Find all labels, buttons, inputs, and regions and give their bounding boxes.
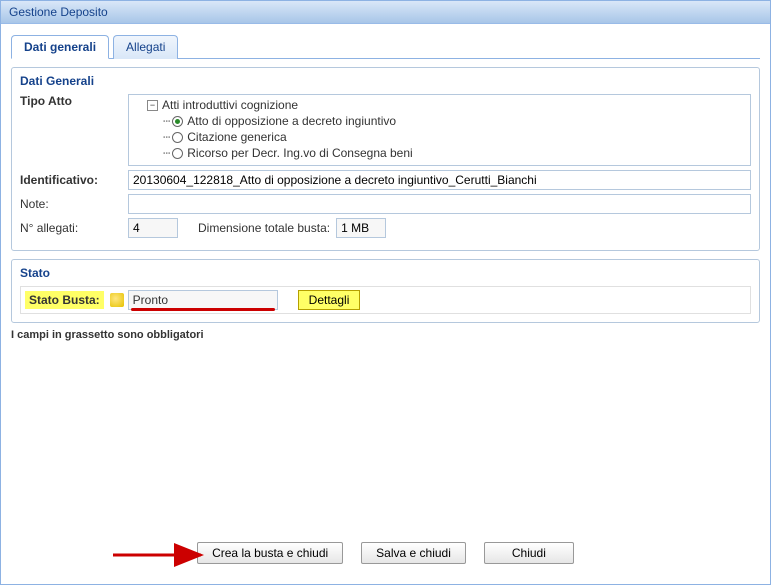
arrow-annotation-icon (111, 543, 211, 567)
button-chiudi[interactable]: Chiudi (484, 542, 574, 564)
tree-collapse-icon[interactable]: − (147, 100, 158, 111)
button-crea-busta[interactable]: Crea la busta e chiudi (197, 542, 343, 564)
fieldset-title-stato: Stato (20, 266, 50, 280)
tree-option-label: Ricorso per Decr. Ing.vo di Consegna ben… (187, 146, 412, 160)
envelope-icon (110, 293, 124, 307)
label-dimensione: Dimensione totale busta: (198, 221, 330, 235)
stato-row: Stato Busta: Pronto Dettagli (20, 286, 751, 314)
radio-icon[interactable] (172, 116, 183, 127)
tab-allegati[interactable]: Allegati (113, 35, 178, 59)
tree-root-label: Atti introduttivi cognizione (162, 98, 298, 112)
tree-connector-icon: ⋯ (163, 146, 170, 160)
label-n-allegati: N° allegati: (20, 221, 128, 235)
window: Gestione Deposito Dati generali Allegati… (0, 0, 771, 585)
input-n-allegati (128, 218, 178, 238)
window-title: Gestione Deposito (1, 1, 770, 24)
label-note: Note: (20, 197, 128, 211)
radio-icon[interactable] (172, 148, 183, 159)
input-note[interactable] (128, 194, 751, 214)
button-bar: Crea la busta e chiudi Salva e chiudi Ch… (11, 532, 760, 578)
tab-strip: Dati generali Allegati (11, 34, 760, 59)
tree-option-label: Citazione generica (187, 130, 286, 144)
fieldset-stato: Stato Stato Busta: Pronto Dettagli (11, 259, 760, 323)
input-identificativo[interactable] (128, 170, 751, 190)
label-identificativo: Identificativo: (20, 173, 128, 187)
radio-icon[interactable] (172, 132, 183, 143)
tree-option[interactable]: ⋯ Ricorso per Decr. Ing.vo di Consegna b… (163, 145, 746, 161)
tree-option-label: Atto di opposizione a decreto ingiuntivo (187, 114, 396, 128)
input-dimensione (336, 218, 386, 238)
label-stato-busta: Stato Busta: (25, 291, 104, 309)
button-salva[interactable]: Salva e chiudi (361, 542, 466, 564)
tree-connector-icon: ⋯ (163, 130, 170, 144)
tipo-atto-tree[interactable]: − Atti introduttivi cognizione ⋯ Atto di… (128, 94, 751, 166)
content-area: Dati generali Allegati Dati Generali Tip… (1, 24, 770, 584)
tree-option[interactable]: ⋯ Citazione generica (163, 129, 746, 145)
label-tipo-atto: Tipo Atto (20, 94, 128, 108)
tab-dati-generali[interactable]: Dati generali (11, 35, 109, 59)
button-dettagli[interactable]: Dettagli (298, 290, 361, 310)
fieldset-dati-generali: Dati Generali Tipo Atto − Atti introdutt… (11, 67, 760, 251)
tree-root-node[interactable]: − Atti introduttivi cognizione (133, 97, 746, 113)
tree-connector-icon: ⋯ (163, 114, 170, 128)
fieldset-title-dati: Dati Generali (20, 74, 94, 88)
value-stato-busta: Pronto (128, 290, 278, 310)
required-note: I campi in grassetto sono obbligatori (11, 329, 760, 341)
tree-option[interactable]: ⋯ Atto di opposizione a decreto ingiunti… (163, 113, 746, 129)
